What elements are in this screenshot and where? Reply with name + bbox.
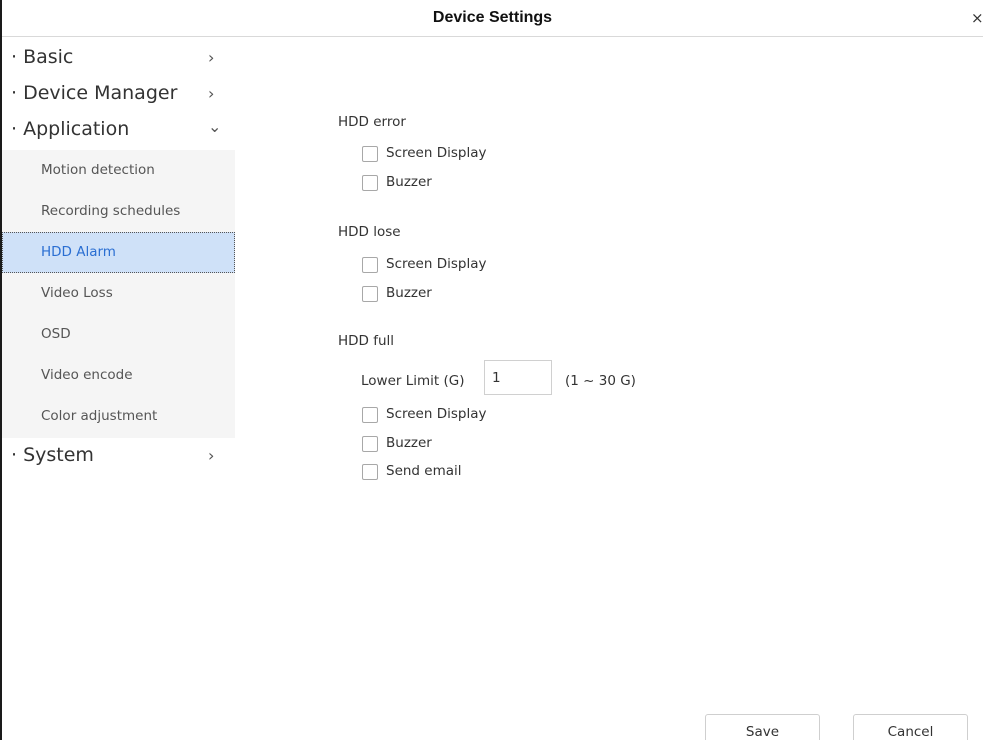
checkbox-box[interactable] bbox=[362, 286, 378, 302]
checkbox-label: Screen Display bbox=[386, 256, 487, 272]
sidebar-section-system[interactable]: · System › bbox=[2, 439, 235, 475]
lower-limit-range: (1 ~ 30 G) bbox=[565, 373, 636, 389]
checkbox-box[interactable] bbox=[362, 407, 378, 423]
hdd-error-title: HDD error bbox=[338, 114, 406, 130]
checkbox-label: Buzzer bbox=[386, 435, 432, 451]
sidebar-section-application[interactable]: · Application ⌄ bbox=[2, 113, 235, 149]
lower-limit-label: Lower Limit (G) bbox=[361, 373, 465, 389]
checkbox-label: Screen Display bbox=[386, 406, 487, 422]
hdd-lose-title: HDD lose bbox=[338, 224, 401, 240]
sidebar-item-label: Video Loss bbox=[41, 285, 113, 301]
chevron-right-icon: › bbox=[208, 446, 215, 465]
sidebar-item-hdd-alarm[interactable]: HDD Alarm bbox=[2, 232, 235, 273]
chevron-right-icon: › bbox=[208, 48, 215, 67]
checkbox-box[interactable] bbox=[362, 436, 378, 452]
sidebar-item-motion-detection[interactable]: Motion detection bbox=[2, 150, 235, 191]
chevron-right-icon: › bbox=[208, 84, 215, 103]
sidebar-item-recording-schedules[interactable]: Recording schedules bbox=[2, 191, 235, 232]
sidebar-section-basic[interactable]: · Basic › bbox=[2, 41, 235, 77]
sidebar: · Basic › · Device Manager › · Applicati… bbox=[2, 37, 235, 740]
lower-limit-input[interactable] bbox=[484, 360, 552, 395]
sidebar-item-label: Color adjustment bbox=[41, 408, 158, 424]
checkbox-box[interactable] bbox=[362, 175, 378, 191]
sidebar-item-label: HDD Alarm bbox=[41, 244, 116, 260]
sidebar-section-device-manager[interactable]: · Device Manager › bbox=[2, 77, 235, 113]
title-bar: Device Settings × bbox=[2, 0, 983, 37]
chevron-down-icon: ⌄ bbox=[208, 117, 222, 136]
checkbox-label: Buzzer bbox=[386, 174, 432, 190]
checkbox-box[interactable] bbox=[362, 257, 378, 273]
hdd-alarm-panel: HDD error Screen Display Buzzer HDD lose… bbox=[235, 37, 983, 740]
window-title: Device Settings bbox=[432, 9, 553, 26]
sidebar-item-label: Recording schedules bbox=[41, 203, 181, 219]
device-settings-window: Device Settings × · Basic › · Device Man… bbox=[0, 0, 983, 740]
checkbox-label: Send email bbox=[386, 463, 462, 479]
checkbox-box[interactable] bbox=[362, 464, 378, 480]
sidebar-item-label: Video encode bbox=[41, 367, 133, 383]
sidebar-section-label: · System bbox=[11, 444, 94, 466]
close-icon[interactable]: × bbox=[971, 9, 983, 27]
sidebar-section-label: · Application bbox=[11, 118, 130, 140]
hdd-full-title: HDD full bbox=[338, 333, 395, 349]
sidebar-section-label: · Basic bbox=[11, 46, 74, 68]
sidebar-item-color-adjustment[interactable]: Color adjustment bbox=[2, 396, 235, 437]
application-submenu: Motion detection Recording schedules HDD… bbox=[2, 150, 235, 438]
sidebar-item-osd[interactable]: OSD bbox=[2, 314, 235, 355]
checkbox-label: Buzzer bbox=[386, 285, 432, 301]
save-button[interactable]: Save bbox=[705, 714, 820, 740]
sidebar-item-video-loss[interactable]: Video Loss bbox=[2, 273, 235, 314]
sidebar-item-label: Motion detection bbox=[41, 162, 155, 178]
checkbox-label: Screen Display bbox=[386, 145, 487, 161]
sidebar-section-label: · Device Manager bbox=[11, 82, 178, 104]
cancel-button[interactable]: Cancel bbox=[853, 714, 968, 740]
checkbox-box[interactable] bbox=[362, 146, 378, 162]
sidebar-item-video-encode[interactable]: Video encode bbox=[2, 355, 235, 396]
sidebar-item-label: OSD bbox=[41, 326, 71, 342]
